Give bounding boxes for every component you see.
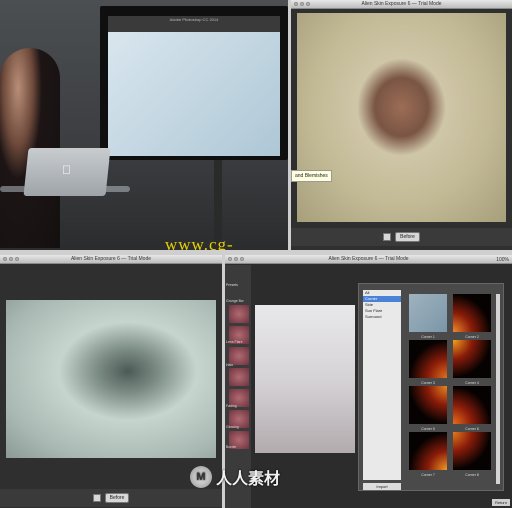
exposure-window-top-right: Alien Skin Exposure 6 — Trial Mode and B… (291, 0, 512, 250)
zoom-icon[interactable] (306, 2, 310, 6)
preview-image (255, 305, 355, 453)
preset-thumb[interactable] (229, 305, 249, 323)
preview-toolbar: Before (0, 489, 222, 507)
minimize-icon[interactable] (300, 2, 304, 6)
photoshop-toolbar: Adobe Photoshop CC 2014 (108, 16, 280, 32)
sidebar-tag-2[interactable]: Halo (226, 363, 233, 367)
import-button[interactable]: Import (363, 483, 401, 490)
texture-thumb-caption: Corner 4 (465, 381, 479, 385)
split-view-button[interactable] (383, 233, 392, 241)
window-controls[interactable] (294, 2, 310, 6)
close-icon[interactable] (294, 2, 298, 6)
window-titlebar: Alien Skin Exposure 6 — Trial Mode (0, 255, 222, 264)
category-item-surround[interactable]: Surround (363, 314, 401, 320)
minimize-icon[interactable] (234, 257, 238, 261)
before-button[interactable]: Before (104, 493, 130, 503)
texture-thumb-caption: Corner 1 (421, 335, 435, 339)
texture-thumb[interactable]: Corner 7 (409, 432, 447, 477)
close-icon[interactable] (3, 257, 7, 261)
close-icon[interactable] (228, 257, 232, 261)
preset-browser-dialog: All Corner Side Sun Flare Surround Impor… (358, 283, 504, 491)
texture-thumb[interactable]: Corner 8 (453, 432, 491, 477)
sidebar-tag-5[interactable]: Border (226, 445, 237, 449)
zoom-icon[interactable] (240, 257, 244, 261)
watermark-text-cn: 人人素材 (216, 471, 281, 488)
texture-grid: Corner 1 Corner 2 Corner 3 Corner 4 Corner 5… (409, 294, 491, 477)
category-list: All Corner Side Sun Flare Surround (363, 290, 401, 480)
sidebar-tag-0[interactable]: Grunge Bw (226, 299, 244, 303)
texture-thumb[interactable]: Corner 2 (453, 294, 491, 339)
zoom-readout: 100% (496, 257, 509, 263)
apple-logo-icon:  (62, 163, 71, 177)
split-view-button[interactable] (92, 494, 101, 502)
monitor: Adobe Photoshop CC 2014 (100, 6, 288, 160)
window-title: Alien Skin Exposure 6 — Trial Mode (70, 256, 152, 262)
preset-thumb[interactable] (229, 368, 249, 386)
texture-thumb-caption: Corner 3 (421, 381, 435, 385)
preset-thumbnails (229, 305, 249, 452)
window-titlebar: Alien Skin Exposure 6 — Trial Mode 100% (225, 255, 512, 264)
texture-thumb[interactable]: Corner 1 (409, 294, 447, 339)
exposure-window-bottom-left: Alien Skin Exposure 6 — Trial Mode Befor… (0, 255, 222, 508)
preview-image (6, 300, 216, 458)
site-logo-icon: M (190, 466, 212, 488)
texture-thumb[interactable]: Corner 5 (409, 386, 447, 431)
before-button[interactable]: Before (395, 232, 420, 242)
texture-thumb-caption: Corner 7 (421, 473, 435, 477)
texture-thumb-caption: Corner 2 (465, 335, 479, 339)
zoom-icon[interactable] (15, 257, 19, 261)
site-watermark: M 人人素材 (190, 465, 280, 489)
sidebar-tag-1[interactable]: Lens Flare (226, 340, 243, 344)
window-controls[interactable] (3, 257, 19, 261)
preview-image (297, 13, 506, 222)
tooltip: and Blemishes (291, 170, 332, 182)
watermark-text: www.cg-ku.com (165, 235, 234, 250)
sidebar-tag-3[interactable]: Fading (226, 404, 237, 408)
sidebar-tab-presets[interactable]: Presets (226, 283, 238, 287)
window-titlebar: Alien Skin Exposure 6 — Trial Mode (291, 0, 512, 9)
minimize-icon[interactable] (9, 257, 13, 261)
sidebar-tag-4[interactable]: Glowing (226, 425, 239, 429)
window-title: Alien Skin Exposure 6 — Trial Mode (328, 256, 409, 262)
window-controls[interactable] (228, 257, 244, 261)
video-collage: Adobe Photoshop CC 2014  www.cg-ku.com … (0, 0, 512, 508)
texture-thumb-caption: Corner 5 (421, 427, 435, 431)
monitor-photo (108, 32, 280, 156)
texture-thumb[interactable]: Corner 6 (453, 386, 491, 431)
texture-thumb-caption: Corner 8 (465, 473, 479, 477)
window-title: Alien Skin Exposure 6 — Trial Mode (361, 1, 442, 7)
return-button[interactable]: Return (491, 499, 510, 506)
studio-panel: Adobe Photoshop CC 2014  www.cg-ku.com (0, 0, 288, 250)
texture-thumb-caption: Corner 6 (465, 427, 479, 431)
texture-thumb[interactable]: Corner 4 (453, 340, 491, 385)
scrollbar[interactable] (496, 294, 500, 484)
texture-thumb[interactable]: Corner 3 (409, 340, 447, 385)
preview-toolbar: Before (291, 228, 512, 246)
